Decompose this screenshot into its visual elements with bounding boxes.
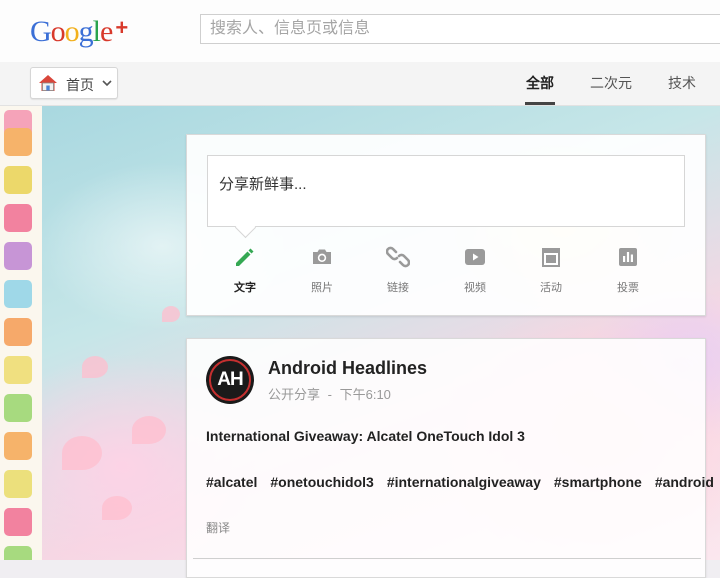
google-plus-logo[interactable]: Google + — [30, 10, 128, 50]
tab-anime[interactable]: 二次元 — [590, 73, 632, 93]
share-option-label: 链接 — [387, 282, 409, 294]
home-label: 首页 — [66, 77, 94, 93]
poll-icon — [619, 248, 637, 266]
logo-plus: + — [115, 15, 128, 40]
share-option-label: 文字 — [234, 282, 256, 294]
hashtag-link[interactable]: #internationalgiveaway — [387, 474, 541, 490]
post-meta: 公开分享 - 下午6:10 — [268, 384, 391, 403]
share-option-label: 活动 — [540, 282, 562, 294]
post-time[interactable]: 下午6:10 — [340, 387, 391, 402]
color-swatch-strip — [0, 100, 42, 560]
camera-icon — [313, 249, 331, 264]
pencil-icon — [236, 248, 254, 266]
share-option-link[interactable]: 链接 — [368, 245, 428, 301]
active-tab-indicator — [525, 102, 555, 105]
translate-link[interactable]: 翻译 — [206, 519, 230, 536]
post-card: AH Android Headlines 公开分享 - 下午6:10 Inter… — [186, 338, 714, 578]
share-option-event[interactable]: 活动 — [521, 245, 581, 301]
home-icon — [39, 75, 57, 91]
link-icon — [386, 246, 410, 268]
share-input-box[interactable]: 分享新鲜事... — [207, 155, 685, 239]
avatar-text: AH — [217, 369, 243, 390]
share-option-photo[interactable]: 照片 — [292, 245, 352, 301]
share-option-text[interactable]: 文字 — [215, 245, 275, 301]
top-bar: Google + — [0, 0, 720, 62]
share-option-label: 视频 — [464, 282, 486, 294]
hashtag-link[interactable]: #smartphone — [554, 474, 642, 490]
post-divider — [193, 558, 701, 559]
meta-separator: - — [327, 387, 332, 402]
chevron-down-icon — [102, 80, 112, 87]
post-author[interactable]: Android Headlines — [268, 358, 427, 379]
video-icon — [465, 249, 485, 265]
share-placeholder: 分享新鲜事... — [219, 176, 307, 193]
search-box[interactable] — [200, 14, 720, 44]
share-box-pointer — [234, 216, 257, 239]
hashtag-link[interactable]: #alcatel — [206, 474, 257, 490]
hashtag-link[interactable]: #onetouchidol3 — [270, 474, 373, 490]
post-title: International Giveaway: Alcatel OneTouch… — [206, 428, 525, 444]
nav-bar: 首页 全部 二次元 技术 — [0, 62, 720, 106]
share-option-label: 照片 — [311, 282, 333, 294]
search-input[interactable] — [201, 15, 720, 43]
post-visibility[interactable]: 公开分享 — [268, 387, 320, 402]
hashtag-list: #alcatel #onetouchidol3 #internationalgive… — [206, 471, 714, 494]
tab-tech[interactable]: 技术 — [668, 73, 696, 93]
calendar-icon — [542, 248, 560, 267]
share-option-label: 投票 — [617, 282, 639, 294]
hashtag-link[interactable]: #android — [655, 474, 714, 490]
avatar[interactable]: AH — [206, 356, 254, 404]
home-dropdown-button[interactable]: 首页 — [30, 67, 118, 99]
share-option-video[interactable]: 视频 — [445, 245, 505, 301]
tab-all[interactable]: 全部 — [526, 73, 554, 93]
share-card: 分享新鲜事... 文字 照片 链接 视频 活动 投票 — [186, 134, 706, 316]
share-option-poll[interactable]: 投票 — [598, 245, 658, 301]
